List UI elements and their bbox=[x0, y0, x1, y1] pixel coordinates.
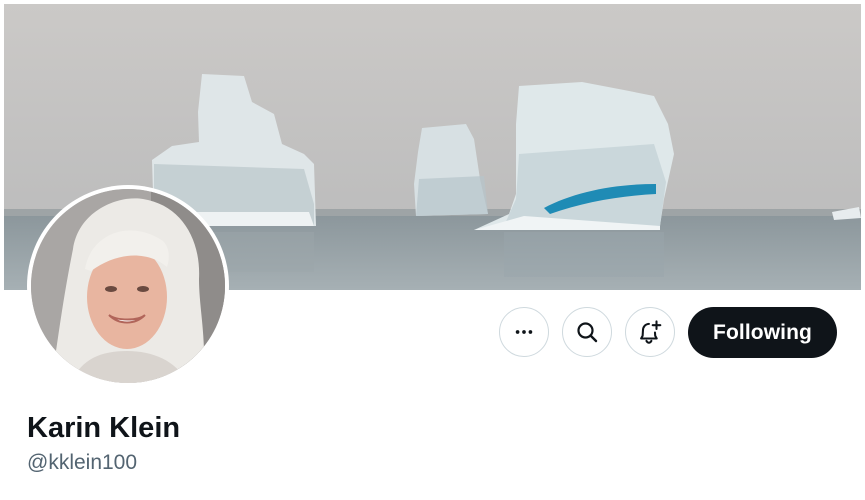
profile-header: Following Karin Klein @kklein100 bbox=[0, 0, 865, 500]
search-button[interactable] bbox=[562, 307, 612, 357]
more-button[interactable] bbox=[499, 307, 549, 357]
search-icon bbox=[577, 322, 598, 343]
bell-plus-icon bbox=[640, 320, 662, 344]
avatar-image bbox=[31, 189, 225, 383]
avatar-ring bbox=[27, 185, 229, 387]
profile-handle: @kklein100 bbox=[27, 451, 138, 474]
notifications-button[interactable] bbox=[625, 307, 675, 357]
more-dots-icon bbox=[515, 330, 533, 334]
profile-display-name: Karin Klein bbox=[27, 412, 181, 444]
following-button[interactable]: Following bbox=[688, 307, 837, 358]
avatar[interactable] bbox=[31, 189, 225, 383]
